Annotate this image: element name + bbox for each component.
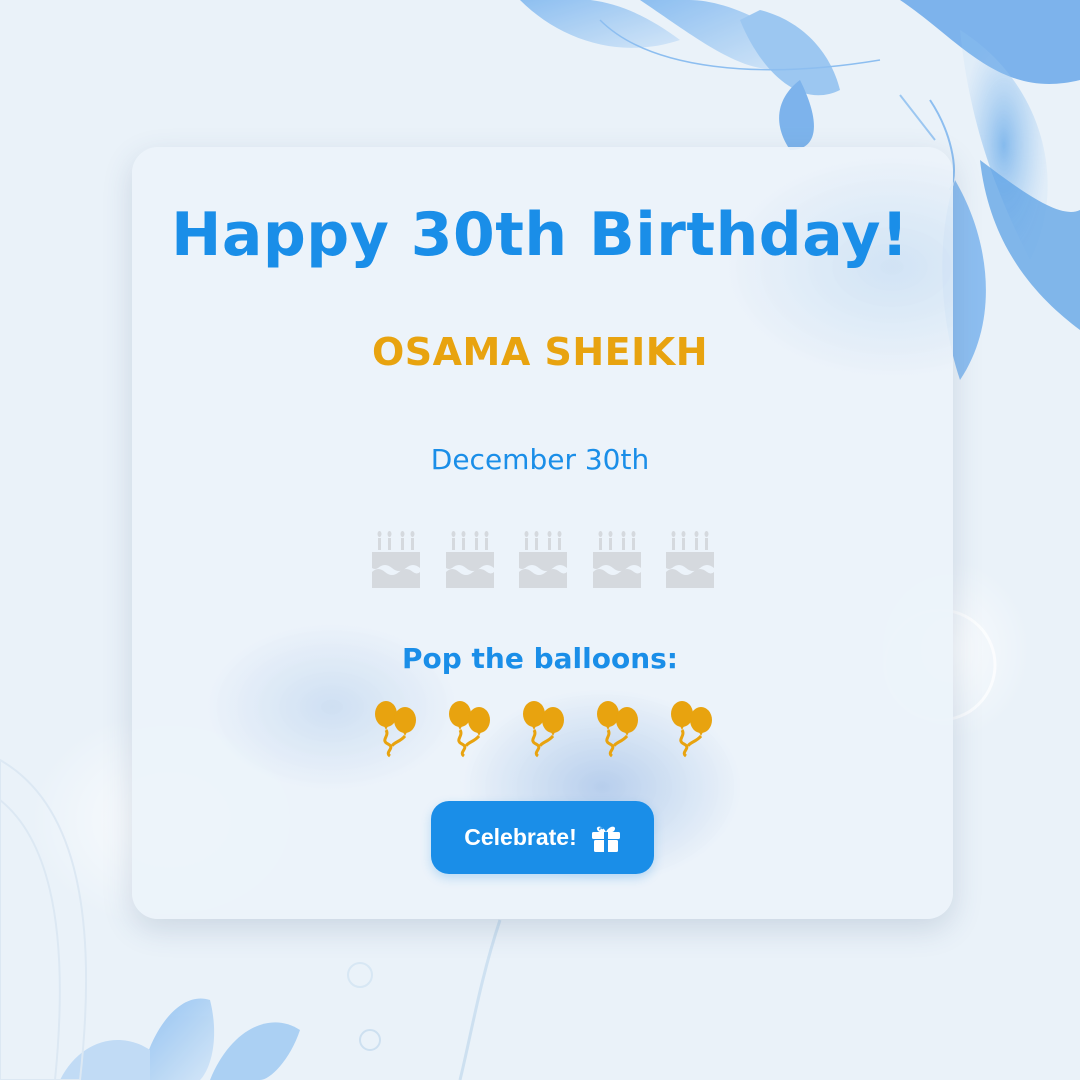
person-name: OSAMA SHEIKH — [371, 330, 709, 374]
balloons-icon[interactable] — [518, 698, 570, 758]
balloons-icon[interactable] — [592, 698, 644, 758]
balloons-icon[interactable] — [666, 698, 718, 758]
birthday-title: Happy 30th Birthday! — [171, 200, 909, 270]
birthday-cake-icon[interactable] — [515, 530, 571, 590]
birthday-cake-icon[interactable] — [368, 530, 424, 590]
celebrate-button-label: Celebrate! — [464, 824, 577, 850]
pop-balloons-label: Pop the balloons: — [401, 642, 678, 675]
birthday-cake-icon[interactable] — [589, 530, 645, 590]
birthday-cake-icon[interactable] — [442, 530, 498, 590]
balloons-icon[interactable] — [370, 698, 422, 758]
celebrate-button[interactable]: Celebrate! — [431, 801, 654, 874]
balloons-icon[interactable] — [444, 698, 496, 758]
cake-row — [368, 530, 718, 590]
birthday-date: December 30th — [430, 443, 650, 476]
balloon-row — [370, 698, 718, 760]
birthday-cake-icon[interactable] — [662, 530, 718, 590]
gift-icon — [591, 826, 620, 852]
